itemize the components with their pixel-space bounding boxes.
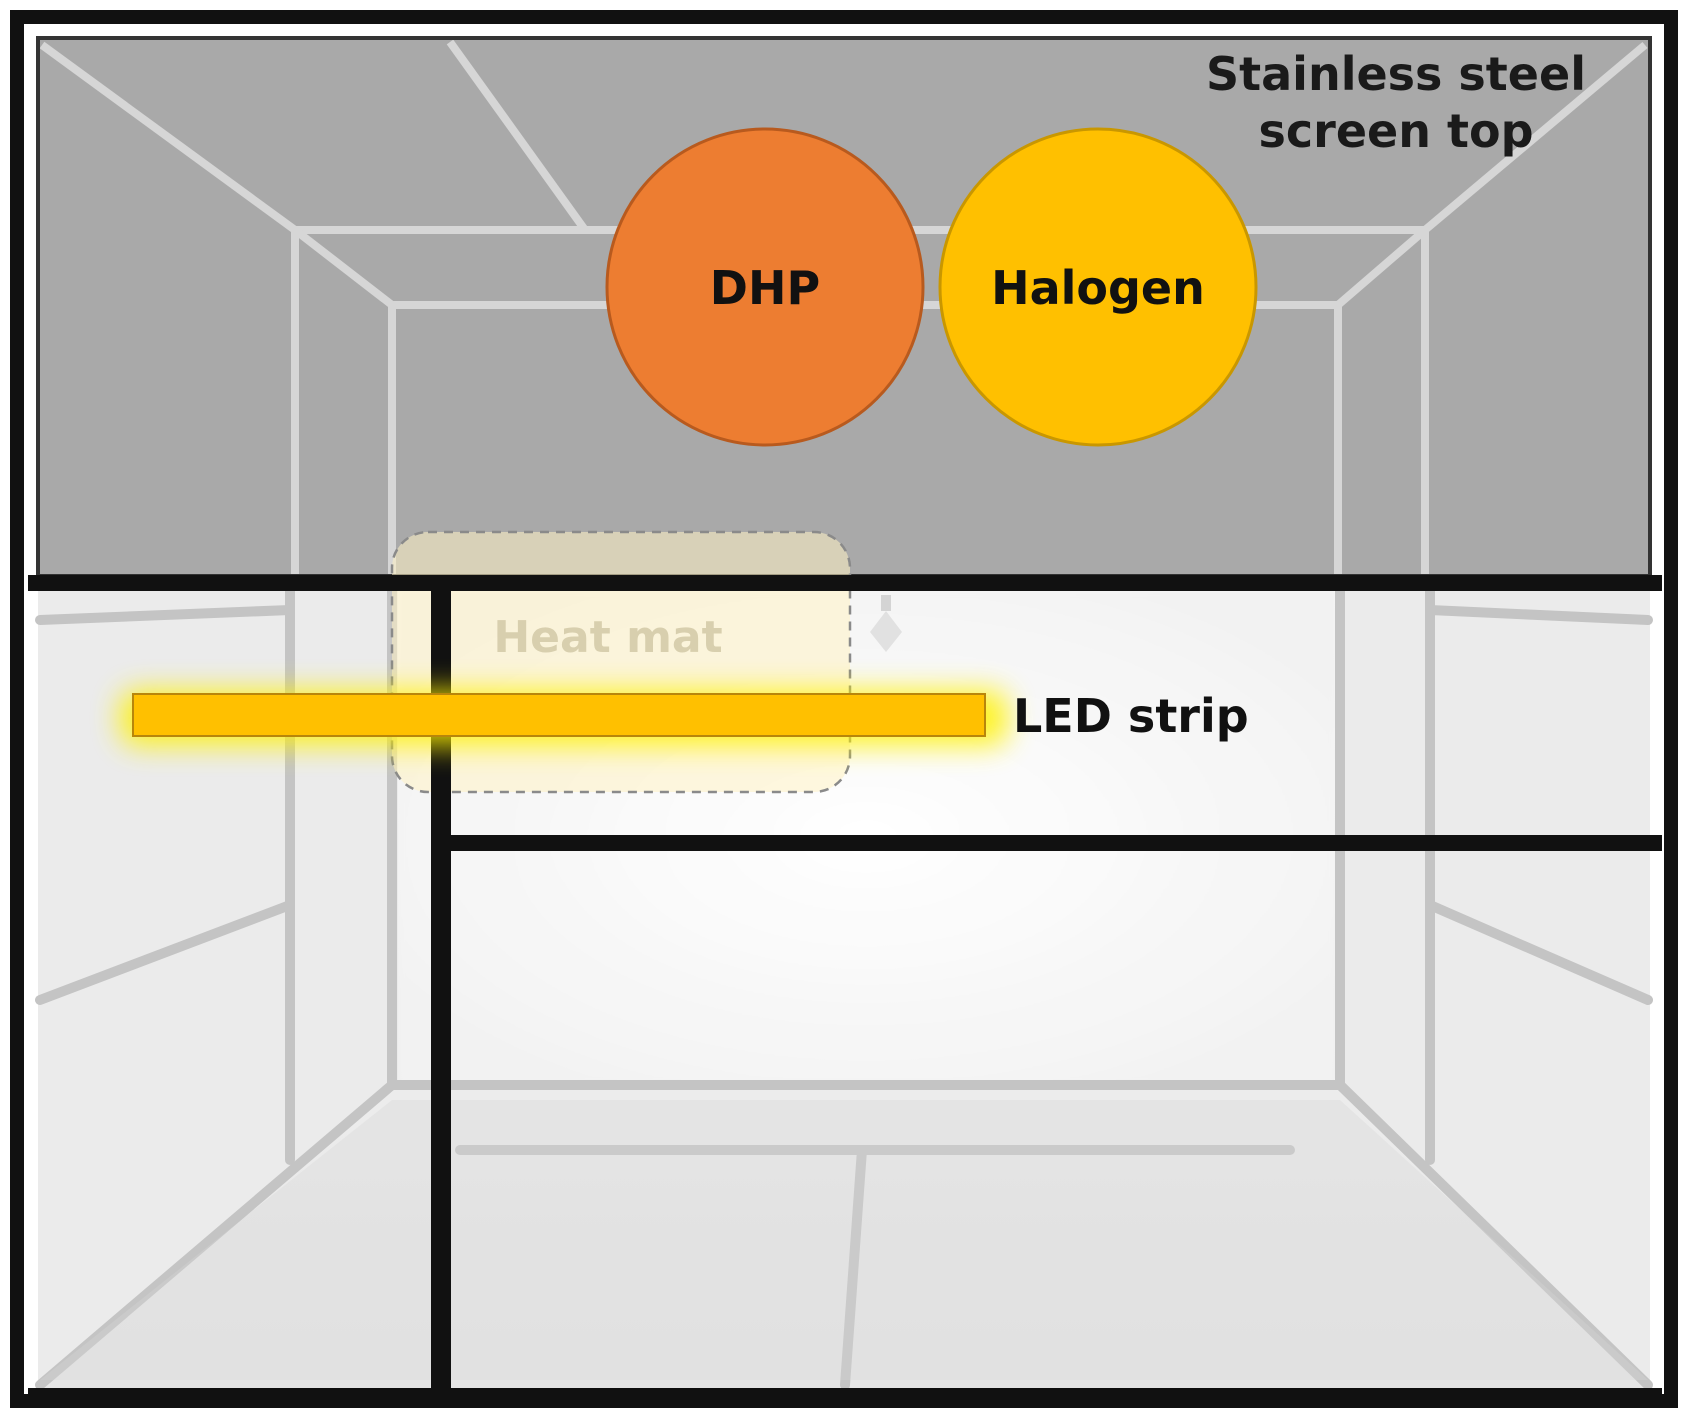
dhp-label: DHP — [710, 261, 820, 315]
heat-mat-label: Heat mat — [493, 612, 722, 663]
led-strip: LED strip — [120, 689, 1249, 746]
screen-top-label-line1: Stainless steel — [1206, 47, 1586, 101]
halogen-label: Halogen — [991, 261, 1205, 315]
halogen-heater: Halogen — [938, 127, 1258, 447]
screen-top-label-line2: screen top — [1258, 104, 1533, 158]
enclosure-diagram: Heat mat LED strip DHP Halogen Stainless… — [0, 0, 1688, 1418]
heat-mat: Heat mat — [390, 530, 852, 794]
enclosure-svg: Heat mat LED strip DHP Halogen Stainless… — [10, 10, 1678, 1408]
dhp-heater: DHP — [605, 127, 925, 447]
led-strip-label: LED strip — [1013, 689, 1249, 743]
